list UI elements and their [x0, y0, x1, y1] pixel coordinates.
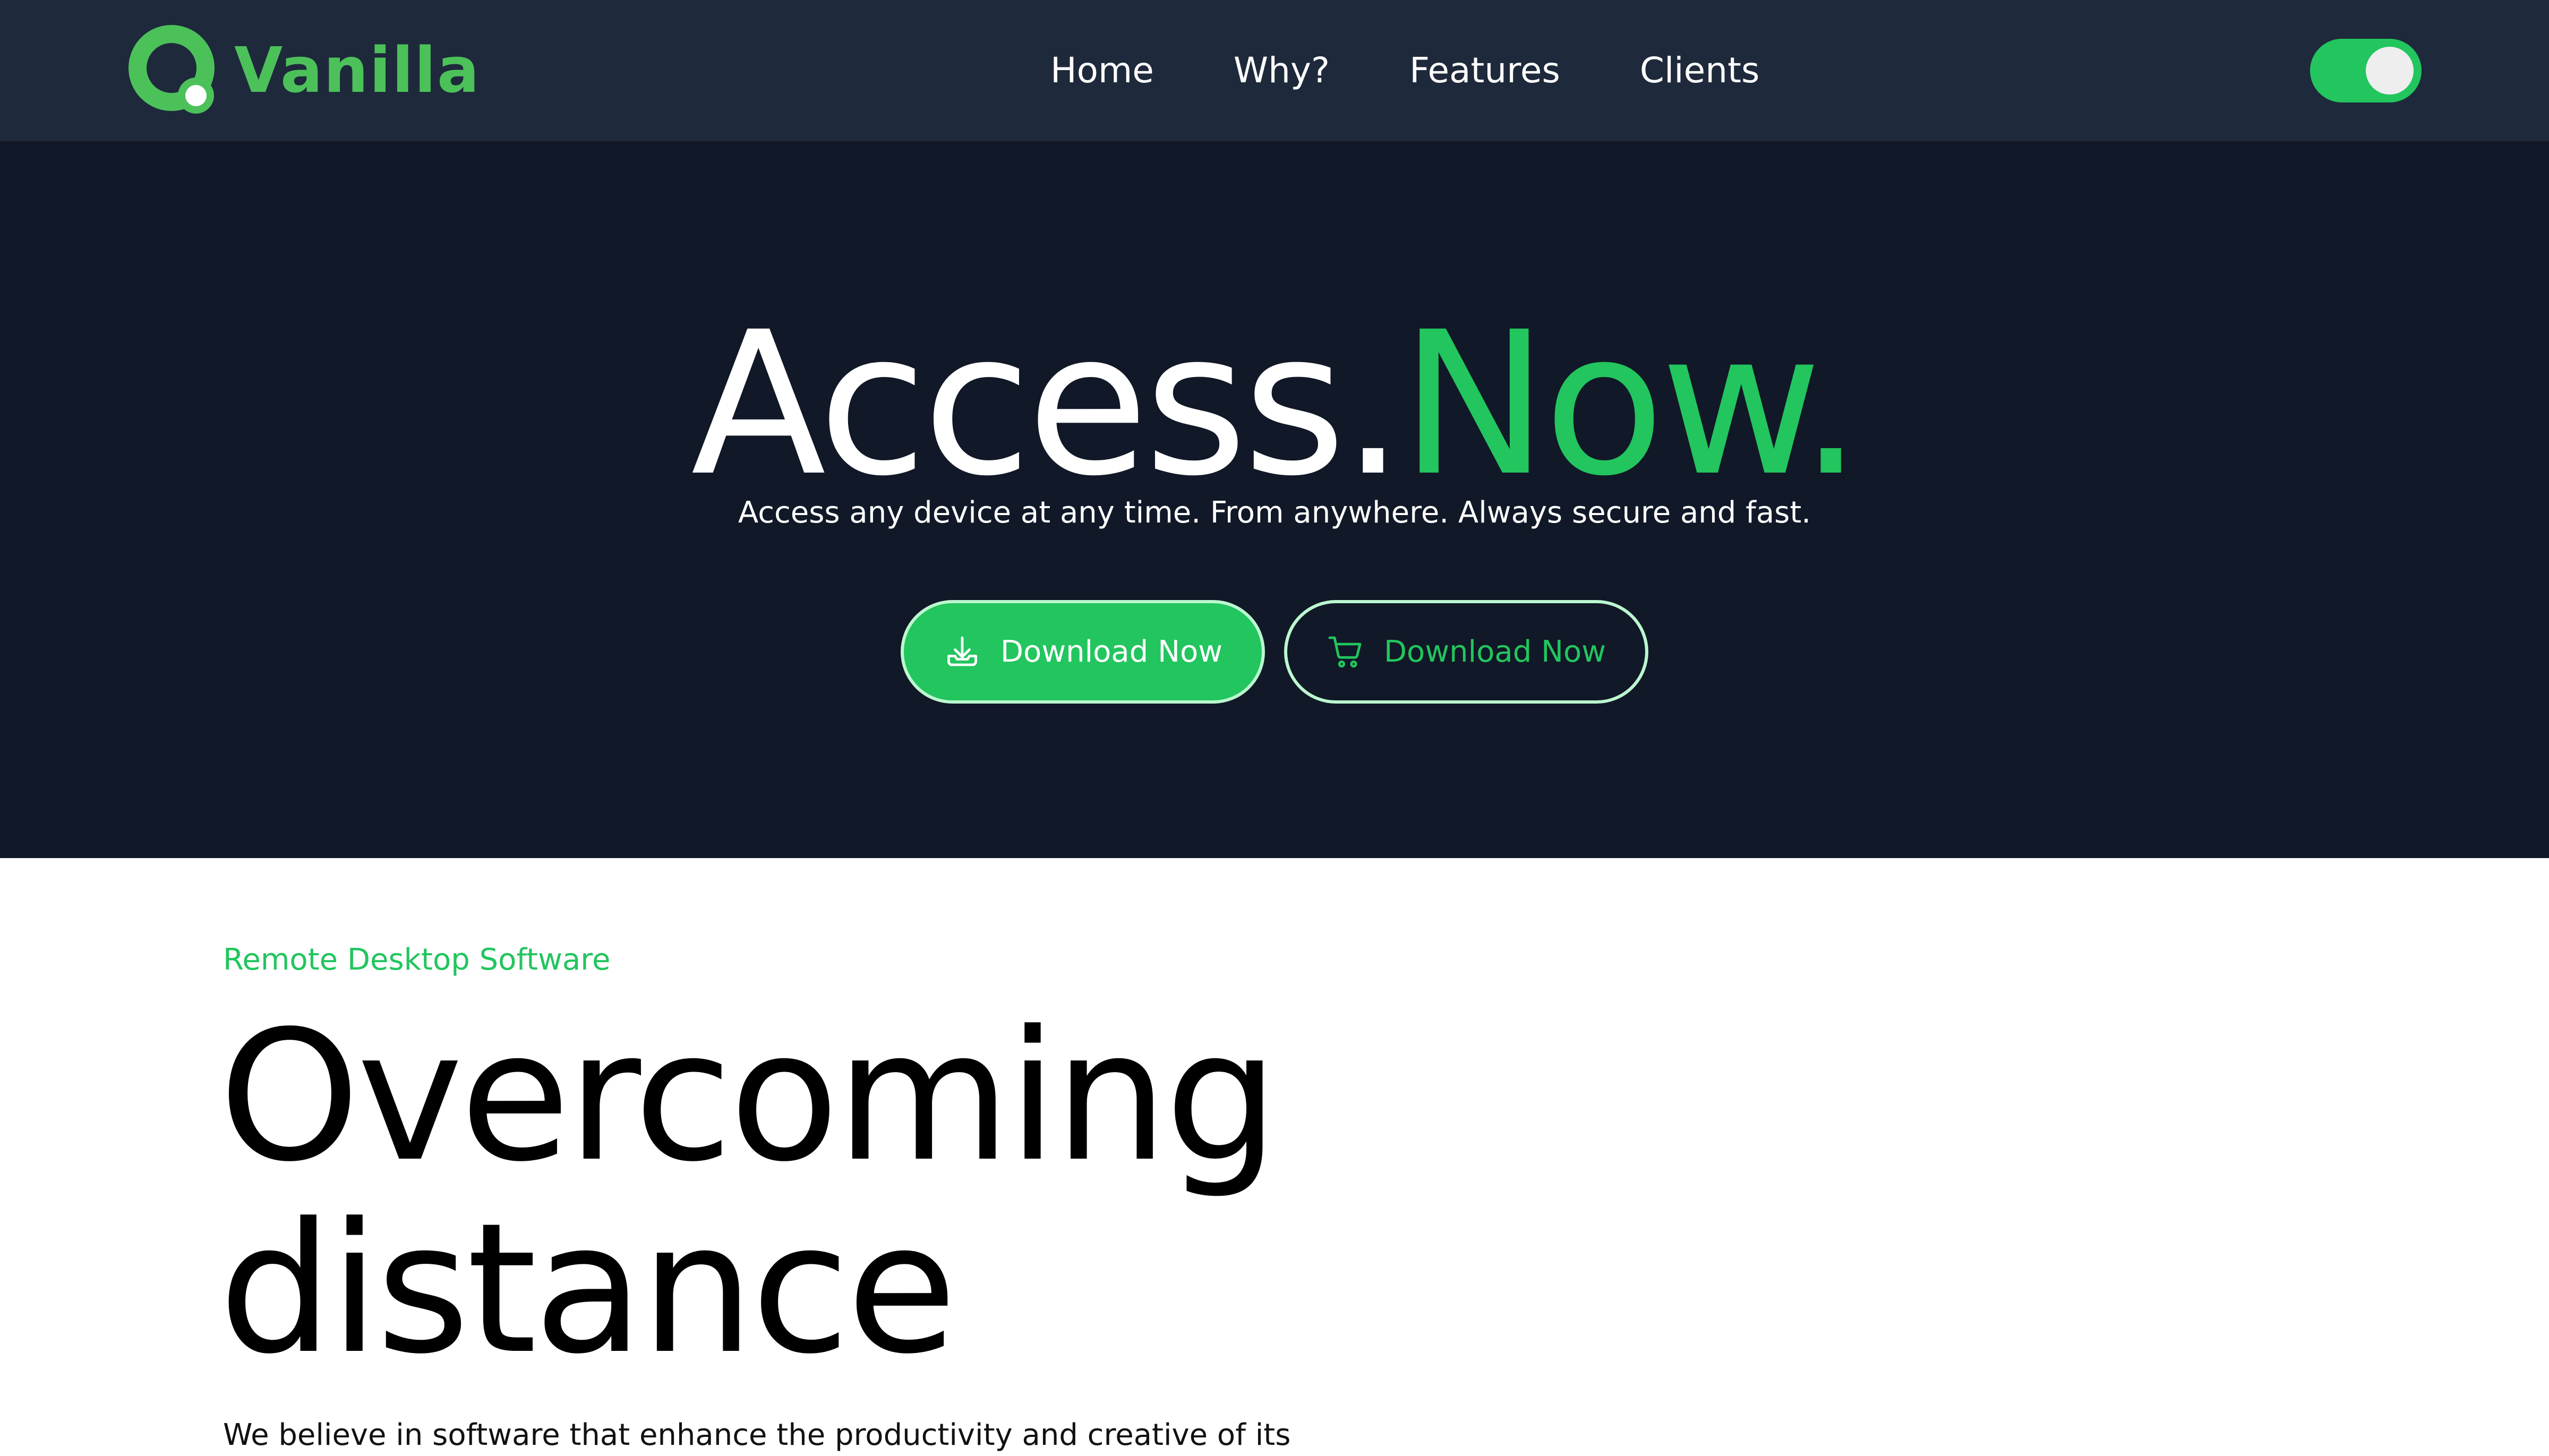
nav-link-features[interactable]: Features	[1409, 53, 1560, 88]
brand-name: Vanilla	[234, 33, 481, 107]
theme-toggle-switch[interactable]	[2310, 39, 2422, 102]
buy-download-now-button-label: Download Now	[1383, 635, 1606, 669]
section-title-line-2: distance	[219, 1184, 957, 1393]
navbar: Vanilla Home Why? Features Clients	[0, 0, 2549, 141]
nav-link-why[interactable]: Why?	[1234, 53, 1330, 88]
vanilla-q-logo-icon	[129, 25, 215, 114]
section-body-text: We believe in software that enhance the …	[223, 1418, 1291, 1452]
nav-link-home[interactable]: Home	[1050, 53, 1154, 88]
section-eyebrow: Remote Desktop Software	[223, 943, 611, 977]
toggle-knob	[2366, 47, 2414, 95]
download-now-button[interactable]: Download Now	[901, 600, 1265, 704]
nav-link-clients[interactable]: Clients	[1640, 53, 1759, 88]
cart-icon	[1328, 636, 1362, 667]
download-icon	[947, 636, 977, 666]
download-now-button-label: Download Now	[1000, 635, 1223, 669]
section-title: Overcoming distance	[219, 992, 1279, 1393]
hero-subtitle: Access any device at any time. From anyw…	[738, 495, 1811, 530]
intro-section: Remote Desktop Software Overcoming dista…	[0, 858, 2549, 1452]
hero-title-now: Now.	[1400, 289, 1862, 519]
hero-section: Access.Now. Access any device at any tim…	[0, 141, 2549, 858]
hero-title-access: Access.	[691, 289, 1405, 519]
hero-title: Access.Now.	[0, 306, 2549, 503]
hero-buttons: Download Now Download Now	[0, 600, 2549, 704]
brand-link[interactable]: Vanilla	[126, 22, 480, 118]
buy-download-now-button[interactable]: Download Now	[1284, 600, 1648, 704]
section-title-line-1: Overcoming	[219, 992, 1279, 1201]
main-nav: Home Why? Features Clients	[1050, 0, 1759, 141]
